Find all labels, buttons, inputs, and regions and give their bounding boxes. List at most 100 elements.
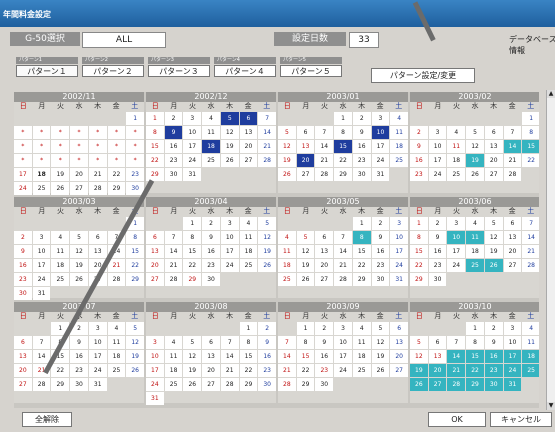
ok-button[interactable]: OK — [428, 412, 486, 427]
day-cell[interactable]: 9 — [164, 126, 183, 139]
day-cell[interactable]: 24 — [220, 259, 239, 272]
day-cell[interactable]: 14 — [522, 231, 539, 244]
day-cell[interactable]: 5 — [220, 112, 239, 125]
day-cell[interactable]: 28 — [164, 273, 183, 286]
day-cell[interactable]: 12 — [220, 126, 239, 139]
day-cell[interactable]: 7 — [32, 336, 51, 349]
day-cell[interactable]: 15 — [183, 245, 202, 258]
day-cell[interactable]: 13 — [428, 350, 447, 363]
day-cell[interactable]: 7 — [220, 336, 239, 349]
day-cell[interactable]: 24 — [146, 378, 164, 391]
day-cell[interactable]: 18 — [107, 350, 126, 363]
day-cell[interactable]: 12 — [371, 336, 390, 349]
day-cell[interactable]: 15 — [352, 245, 371, 258]
day-cell[interactable]: 27 — [390, 364, 409, 377]
day-cell[interactable]: 3 — [32, 231, 51, 244]
day-cell[interactable]: 30 — [484, 378, 503, 391]
day-cell[interactable]: 9 — [484, 336, 503, 349]
unset-day-cell[interactable]: * — [70, 126, 88, 139]
day-cell[interactable]: 7 — [164, 231, 183, 244]
day-cell[interactable]: 3 — [428, 126, 447, 139]
pattern-button-3[interactable]: パターン３ — [148, 65, 210, 77]
day-cell[interactable]: 2 — [315, 322, 334, 335]
day-cell[interactable]: 4 — [390, 112, 409, 125]
day-cell[interactable]: 25 — [107, 364, 126, 377]
day-cell[interactable]: 24 — [428, 168, 447, 181]
day-cell[interactable]: 6 — [428, 336, 447, 349]
day-cell[interactable]: 4 — [447, 126, 466, 139]
day-cell[interactable]: 28 — [258, 154, 277, 167]
day-cell[interactable]: 21 — [522, 245, 539, 258]
unset-day-cell[interactable]: * — [126, 154, 145, 167]
day-cell[interactable]: 19 — [126, 350, 145, 363]
day-cell[interactable]: 10 — [503, 336, 522, 349]
day-cell[interactable]: 16 — [202, 245, 220, 258]
day-cell[interactable]: 10 — [334, 336, 352, 349]
day-cell[interactable]: 13 — [484, 140, 503, 153]
day-cell[interactable]: 23 — [202, 259, 220, 272]
day-cell[interactable]: 8 — [410, 231, 428, 244]
day-cell[interactable]: 26 — [51, 182, 70, 195]
day-cell[interactable]: 21 — [278, 364, 296, 377]
day-cell[interactable]: 28 — [447, 378, 466, 391]
day-cell[interactable]: 25 — [390, 154, 409, 167]
day-cell[interactable]: 19 — [51, 168, 70, 181]
day-cell[interactable]: 6 — [14, 336, 32, 349]
day-cell[interactable]: 7 — [258, 112, 277, 125]
day-cell[interactable]: 9 — [428, 231, 447, 244]
day-cell[interactable]: 9 — [70, 336, 88, 349]
day-cell[interactable]: 19 — [220, 140, 239, 153]
day-cell[interactable]: 22 — [51, 364, 70, 377]
day-cell[interactable]: 25 — [466, 259, 484, 272]
day-cell[interactable]: 27 — [202, 378, 220, 391]
day-cell[interactable]: 2 — [428, 217, 447, 230]
unset-day-cell[interactable]: * — [32, 126, 51, 139]
day-cell[interactable]: 11 — [390, 126, 409, 139]
day-cell[interactable]: 4 — [164, 336, 183, 349]
day-cell[interactable]: 4 — [239, 217, 258, 230]
day-cell[interactable]: 28 — [315, 168, 334, 181]
day-cell[interactable]: 5 — [258, 217, 277, 230]
day-cell[interactable]: 10 — [32, 245, 51, 258]
day-cell[interactable]: 30 — [315, 378, 334, 391]
unset-day-cell[interactable]: * — [51, 140, 70, 153]
day-cell[interactable]: 24 — [447, 259, 466, 272]
day-cell[interactable]: 31 — [390, 273, 409, 286]
day-cell[interactable]: 4 — [51, 231, 70, 244]
day-cell[interactable]: 13 — [315, 245, 334, 258]
day-cell[interactable]: 25 — [352, 364, 371, 377]
day-cell[interactable]: 30 — [14, 287, 32, 300]
day-cell[interactable]: 8 — [146, 126, 164, 139]
day-cell[interactable]: 11 — [447, 140, 466, 153]
day-cell[interactable]: 2 — [258, 322, 277, 335]
day-cell[interactable]: 27 — [14, 378, 32, 391]
day-cell[interactable]: 18 — [522, 350, 539, 363]
day-cell[interactable]: 11 — [202, 126, 220, 139]
day-cell[interactable]: 6 — [315, 231, 334, 244]
day-cell[interactable]: 13 — [239, 126, 258, 139]
day-cell[interactable]: 17 — [503, 350, 522, 363]
day-cell[interactable]: 25 — [164, 378, 183, 391]
day-cell[interactable]: 23 — [315, 364, 334, 377]
day-cell[interactable]: 3 — [371, 112, 390, 125]
day-cell[interactable]: 14 — [258, 126, 277, 139]
day-cell[interactable]: 27 — [428, 378, 447, 391]
day-cell[interactable]: 26 — [126, 364, 145, 377]
day-cell[interactable]: 21 — [164, 259, 183, 272]
day-cell[interactable]: 9 — [315, 336, 334, 349]
day-cell[interactable]: 9 — [202, 231, 220, 244]
day-cell[interactable]: 16 — [371, 245, 390, 258]
day-cell[interactable]: 28 — [32, 378, 51, 391]
day-cell[interactable]: 29 — [410, 273, 428, 286]
day-cell[interactable]: 8 — [466, 336, 484, 349]
scroll-up-icon[interactable]: ▲ — [547, 90, 555, 98]
day-cell[interactable]: 6 — [202, 336, 220, 349]
day-cell[interactable]: 20 — [70, 168, 88, 181]
day-cell[interactable]: 22 — [410, 259, 428, 272]
day-cell[interactable]: 29 — [296, 378, 315, 391]
day-cell[interactable]: 5 — [126, 322, 145, 335]
day-cell[interactable]: 24 — [390, 259, 409, 272]
day-cell[interactable]: 17 — [32, 259, 51, 272]
day-cell[interactable]: 8 — [522, 126, 539, 139]
day-cell[interactable]: 27 — [484, 168, 503, 181]
